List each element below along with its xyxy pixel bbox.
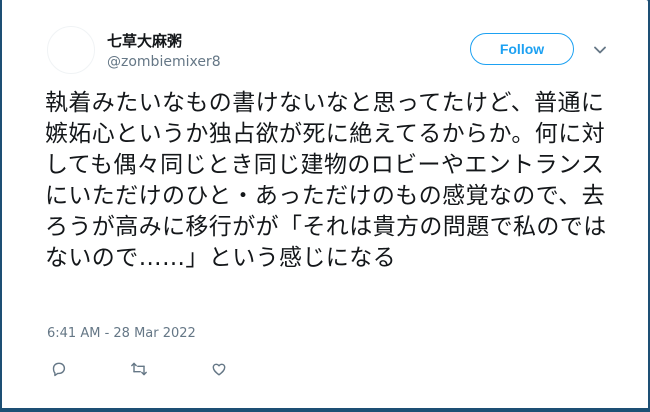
retweet-button[interactable] bbox=[127, 360, 151, 378]
tweet-card: 七草大麻粥 @zombiemixer8 Follow 執着みたいなもの書けないな… bbox=[2, 0, 648, 408]
follow-label: Follow bbox=[499, 41, 545, 57]
chevron-down-icon[interactable] bbox=[591, 41, 609, 59]
heart-icon bbox=[211, 361, 227, 377]
user-handle[interactable]: @zombiemixer8 bbox=[107, 53, 221, 71]
reply-icon bbox=[51, 361, 67, 377]
follow-button[interactable]: Follow bbox=[470, 33, 574, 65]
like-button[interactable] bbox=[207, 360, 231, 378]
retweet-icon bbox=[130, 361, 148, 377]
tweet-text: 執着みたいなもの書けないなと思ってたけど、普通に嫉妬心というか独占欲が死に絶えて… bbox=[45, 90, 607, 271]
avatar[interactable] bbox=[47, 26, 95, 74]
tweet-timestamp[interactable]: 6:41 AM - 28 Mar 2022 bbox=[47, 325, 196, 343]
reply-button[interactable] bbox=[47, 360, 71, 378]
display-name[interactable]: 七草大麻粥 bbox=[107, 32, 182, 50]
tweet-embed-frame: 七草大麻粥 @zombiemixer8 Follow 執着みたいなもの書けないな… bbox=[0, 0, 650, 412]
